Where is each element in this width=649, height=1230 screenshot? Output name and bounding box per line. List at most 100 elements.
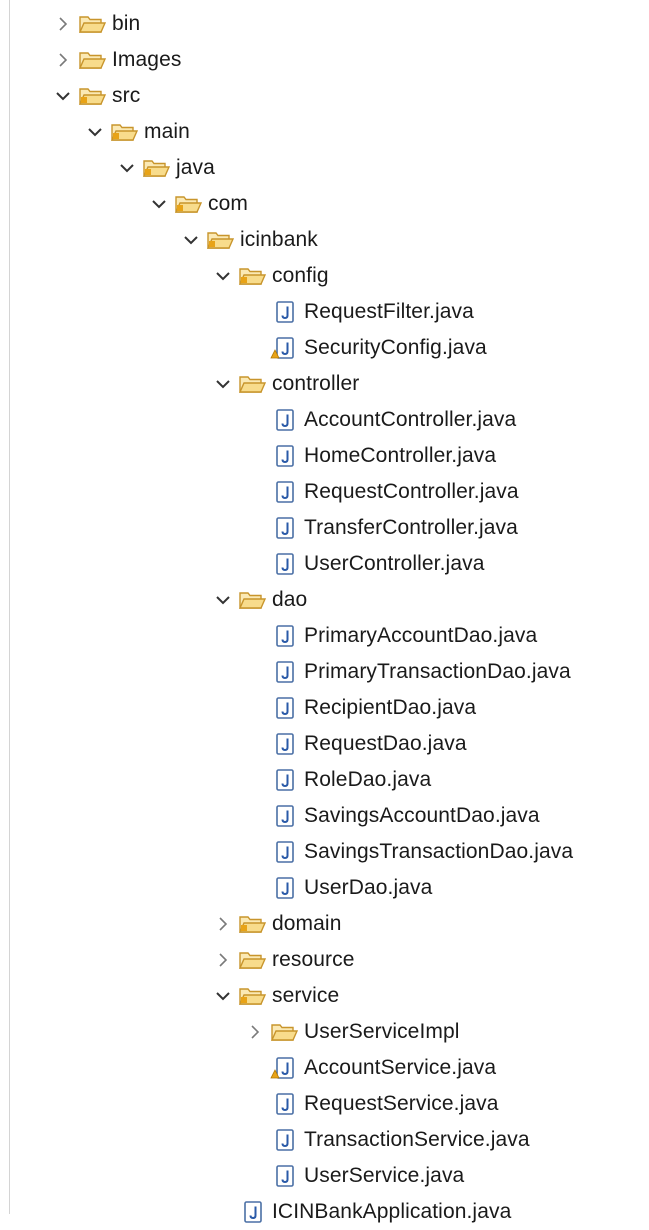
chevron-down-icon[interactable] [214,267,232,285]
chevron-down-icon[interactable] [150,195,168,213]
chevron-right-icon[interactable] [246,1023,264,1041]
tree-file-item[interactable]: RecipientDao.java [0,690,649,726]
tree-file-item[interactable]: PrimaryTransactionDao.java [0,654,649,690]
tree-item-label: AccountService.java [304,1056,497,1079]
tree-folder-item[interactable]: bin [0,6,649,42]
tree-file-item[interactable]: AccountController.java [0,402,649,438]
folder-icon [76,47,108,73]
java-file-icon [268,623,300,649]
tree-item-label: icinbank [240,228,318,251]
package-folder-icon [236,911,268,937]
chevron-right-icon[interactable] [214,951,232,969]
chevron-down-icon[interactable] [182,231,200,249]
tree-folder-item[interactable]: domain [0,906,649,942]
tree-folder-item[interactable]: controller [0,366,649,402]
tree-folder-item[interactable]: java [0,150,649,186]
tree-file-item[interactable]: SecurityConfig.java [0,330,649,366]
chevron-right-icon[interactable] [214,915,232,933]
tree-file-item[interactable]: TransactionService.java [0,1122,649,1158]
tree-folder-item[interactable]: dao [0,582,649,618]
tree-item-label: ICINBankApplication.java [272,1200,512,1223]
package-folder-icon [76,83,108,109]
chevron-down-icon[interactable] [214,591,232,609]
java-file-icon [268,731,300,757]
tree-file-item[interactable]: UserController.java [0,546,649,582]
tree-folder-item[interactable]: icinbank [0,222,649,258]
tree-file-item[interactable]: AccountService.java [0,1050,649,1086]
chevron-down-icon[interactable] [54,87,72,105]
tree-folder-item[interactable]: resource [0,942,649,978]
tree-folder-item[interactable]: com [0,186,649,222]
chevron-down-icon[interactable] [86,123,104,141]
tree-item-label: SecurityConfig.java [304,336,487,359]
tree-item-label: config [272,264,329,287]
java-file-icon [268,1091,300,1117]
folder-icon [76,11,108,37]
java-file-icon [236,1199,268,1225]
tree-file-item[interactable]: UserDao.java [0,870,649,906]
folder-icon [268,1019,300,1045]
tree-file-item[interactable]: RoleDao.java [0,762,649,798]
tree-file-item[interactable]: RequestService.java [0,1086,649,1122]
chevron-down-icon[interactable] [214,987,232,1005]
tree-file-item[interactable]: HomeController.java [0,438,649,474]
java-file-icon [268,803,300,829]
tree-file-item[interactable]: SavingsTransactionDao.java [0,834,649,870]
tree-item-label: TransactionService.java [304,1128,530,1151]
tree-item-label: AccountController.java [304,408,517,431]
tree-file-item[interactable]: RequestController.java [0,474,649,510]
java-file-icon [268,299,300,325]
tree-folder-item[interactable]: Images [0,42,649,78]
java-file-icon [268,1163,300,1189]
tree-folder-item[interactable]: UserServiceImpl [0,1014,649,1050]
tree-item-label: java [176,156,215,179]
folder-icon [236,371,268,397]
chevron-down-icon[interactable] [118,159,136,177]
tree-item-label: HomeController.java [304,444,497,467]
tree-folder-item[interactable]: service [0,978,649,1014]
chevron-right-icon[interactable] [54,15,72,33]
java-file-icon [268,407,300,433]
tree-file-item[interactable]: RequestFilter.java [0,294,649,330]
tree-file-item[interactable]: RequestDao.java [0,726,649,762]
tree-item-label: RoleDao.java [304,768,432,791]
tree-file-item[interactable]: TransferController.java [0,510,649,546]
tree-item-label: Images [112,48,182,71]
tree-folder-item[interactable]: config [0,258,649,294]
tree-item-label: UserDao.java [304,876,433,899]
chevron-right-icon[interactable] [54,51,72,69]
tree-item-label: RecipientDao.java [304,696,477,719]
tree-item-label: dao [272,588,308,611]
tree-file-item[interactable]: ICINBankApplication.java [0,1194,649,1230]
tree-folder-item[interactable]: src [0,78,649,114]
package-folder-icon [236,263,268,289]
tree-item-label: controller [272,372,360,395]
java-file-icon [268,1127,300,1153]
tree-file-item[interactable]: SavingsAccountDao.java [0,798,649,834]
tree-file-item[interactable]: UserService.java [0,1158,649,1194]
tree-item-label: service [272,984,340,1007]
tree-file-item[interactable]: PrimaryAccountDao.java [0,618,649,654]
tree-folder-item[interactable]: main [0,114,649,150]
tree-item-label: PrimaryAccountDao.java [304,624,538,647]
package-folder-icon [236,983,268,1009]
tree-item-label: RequestFilter.java [304,300,474,323]
tree-item-label: TransferController.java [304,516,518,539]
java-file-icon [268,767,300,793]
tree-item-label: resource [272,948,355,971]
chevron-down-icon[interactable] [214,375,232,393]
tree-item-label: UserServiceImpl [304,1020,460,1043]
package-folder-icon [172,191,204,217]
